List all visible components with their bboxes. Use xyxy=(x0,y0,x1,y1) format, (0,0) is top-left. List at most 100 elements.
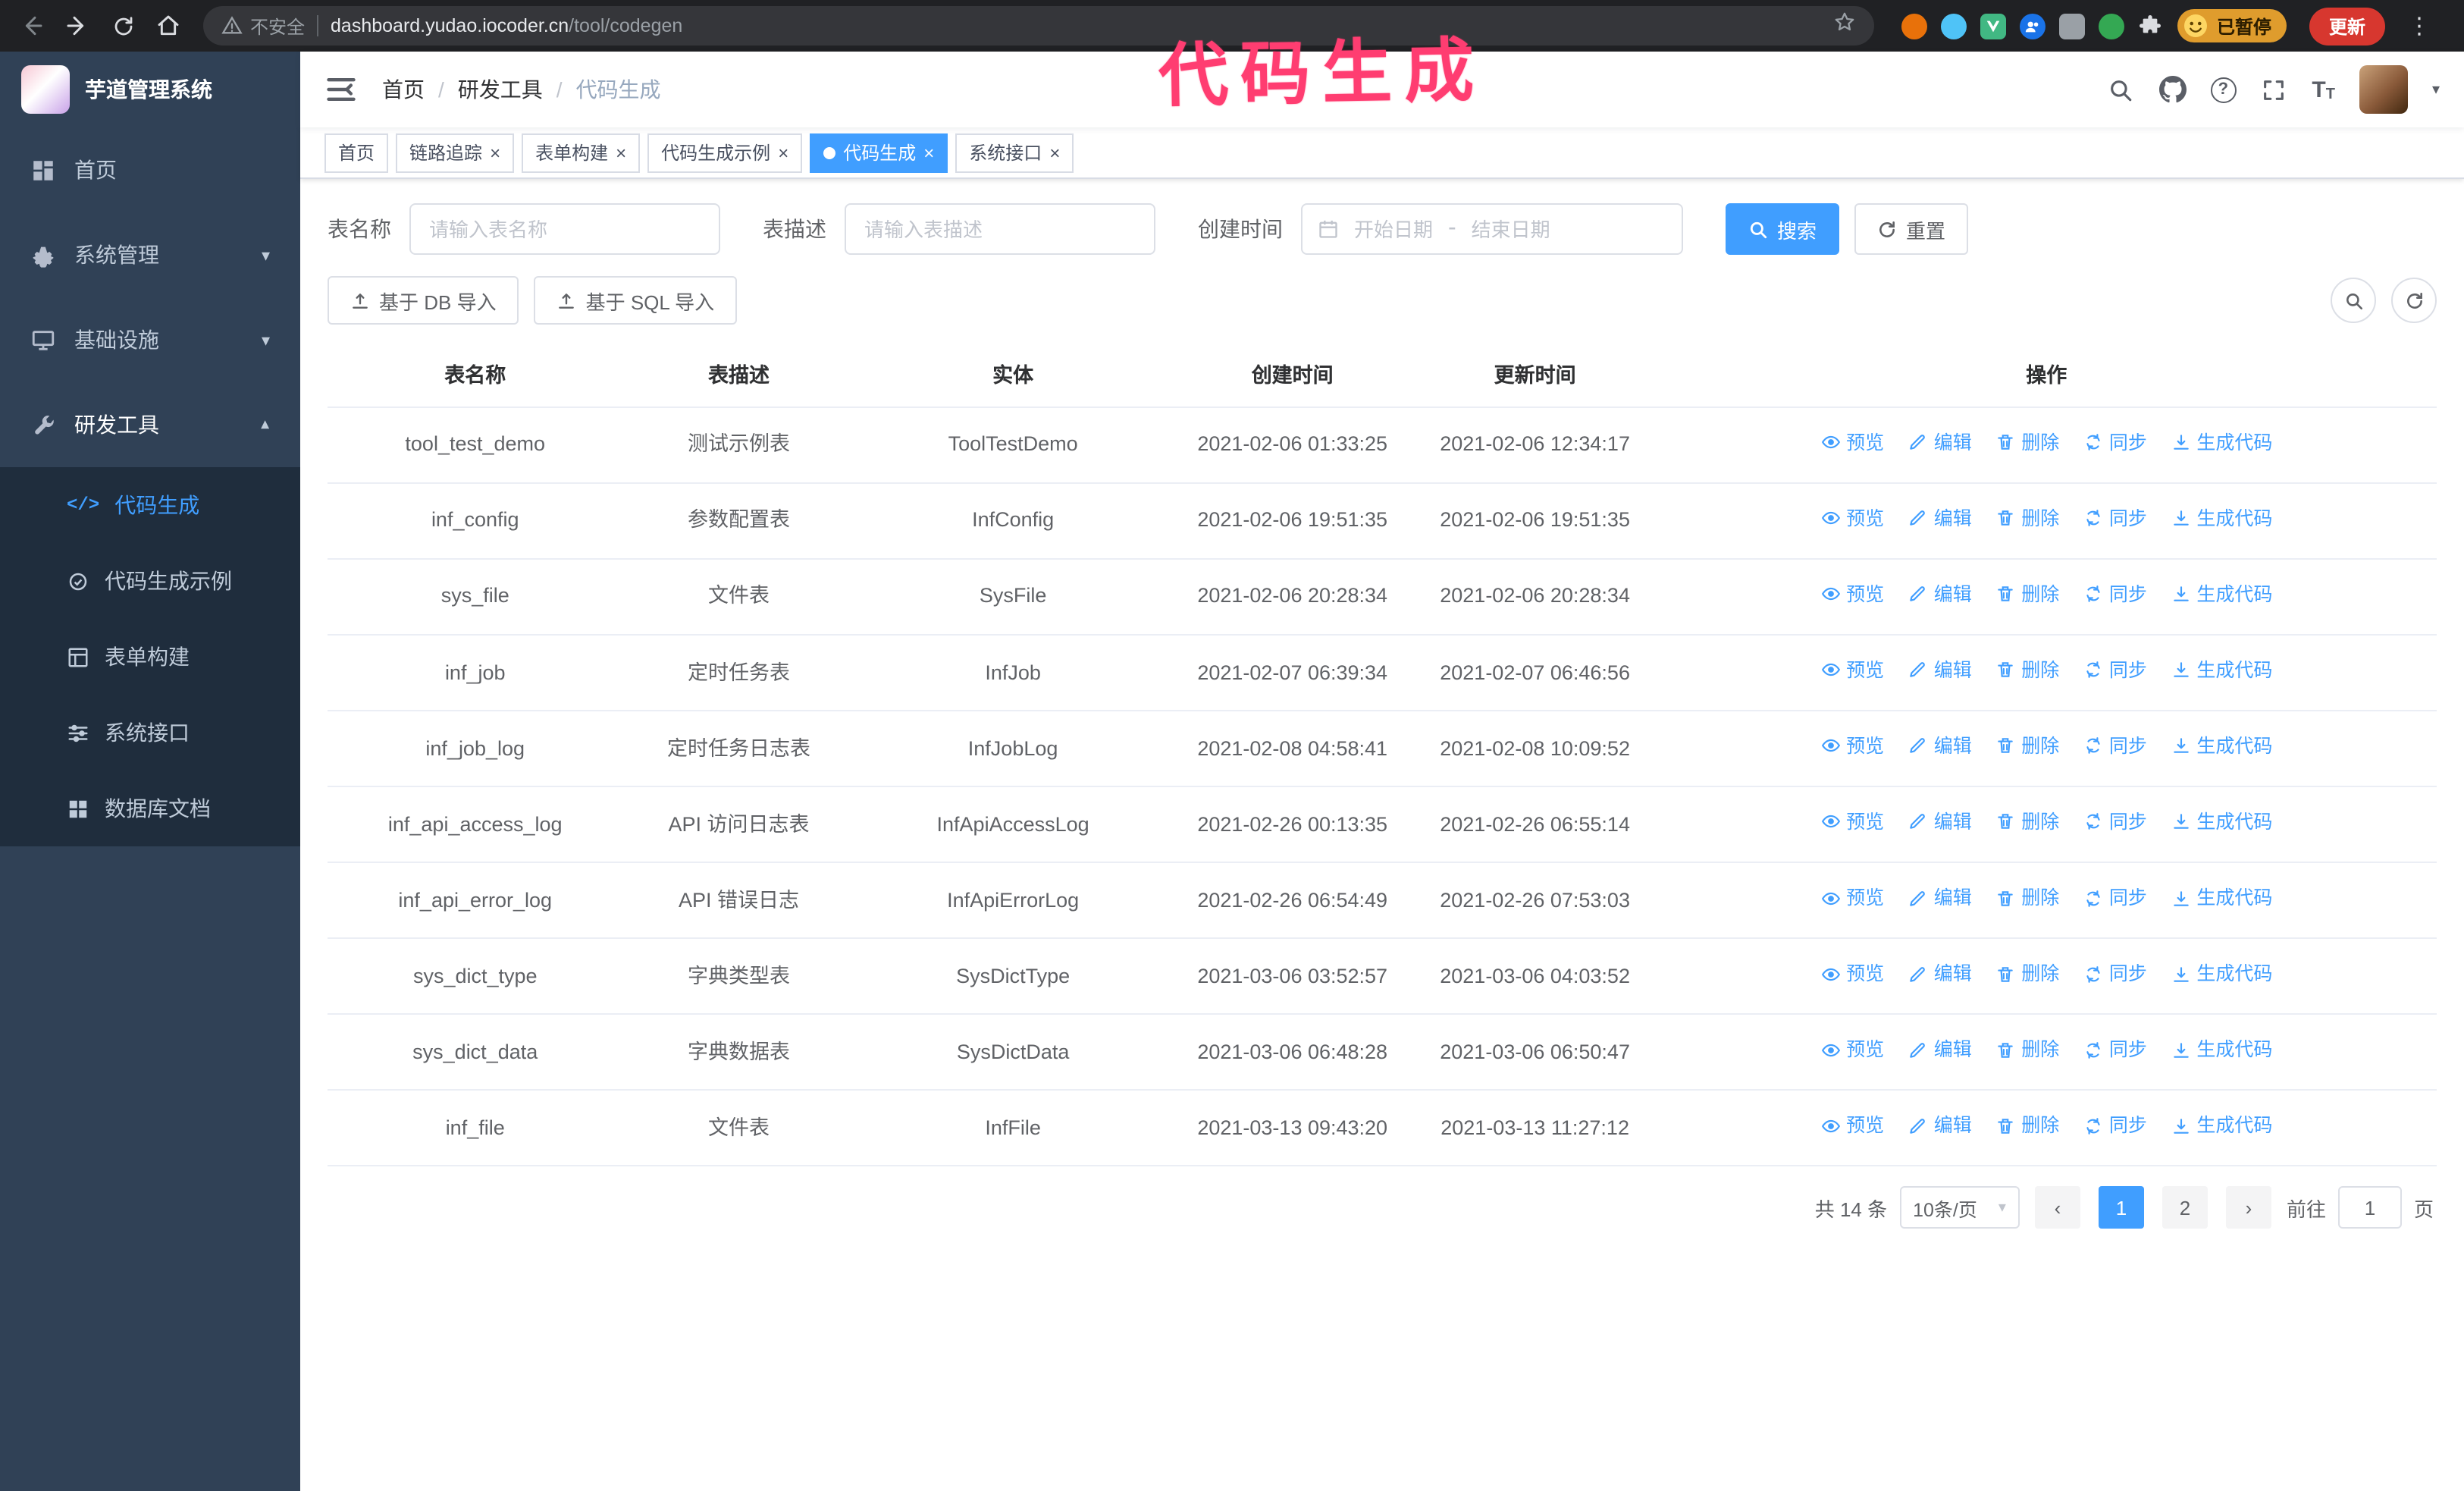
preview-link[interactable]: 预览 xyxy=(1820,1035,1884,1066)
sidebar-item-codegen-example[interactable]: 代码生成示例 xyxy=(0,543,300,619)
generate-code-link[interactable]: 生成代码 xyxy=(2171,655,2272,686)
sync-link[interactable]: 同步 xyxy=(2083,655,2147,686)
sidebar-item-codegen[interactable]: </> 代码生成 xyxy=(0,467,300,543)
tag-codegen-example[interactable]: 代码生成示例 × xyxy=(647,133,803,172)
preview-link[interactable]: 预览 xyxy=(1820,807,1884,837)
security-chip[interactable]: 不安全 xyxy=(221,13,305,39)
sidebar-item-infra[interactable]: 基础设施 ▾ xyxy=(0,297,300,382)
page-button-2[interactable]: 2 xyxy=(2161,1186,2208,1229)
tag-api[interactable]: 系统接口 × xyxy=(955,133,1074,172)
delete-link[interactable]: 删除 xyxy=(1995,959,2059,989)
generate-code-link[interactable]: 生成代码 xyxy=(2171,807,2272,837)
extension-icon-blue[interactable] xyxy=(1940,13,1967,39)
github-icon[interactable] xyxy=(2158,76,2187,103)
extension-icon-green[interactable] xyxy=(2098,13,2124,39)
breadcrumb-home[interactable]: 首页 xyxy=(382,74,425,105)
sidebar-item-devtools[interactable]: 研发工具 ▾ xyxy=(0,382,300,467)
edit-link[interactable]: 编辑 xyxy=(1908,1111,1972,1141)
import-sql-button[interactable]: 基于 SQL 导入 xyxy=(534,276,738,325)
delete-link[interactable]: 删除 xyxy=(1995,503,2059,533)
import-db-button[interactable]: 基于 DB 导入 xyxy=(328,276,519,325)
generate-code-link[interactable]: 生成代码 xyxy=(2171,731,2272,761)
breadcrumb-devtools[interactable]: 研发工具 xyxy=(458,74,543,105)
preview-link[interactable]: 预览 xyxy=(1820,1111,1884,1141)
close-icon[interactable]: × xyxy=(1049,143,1060,162)
preview-link[interactable]: 预览 xyxy=(1820,731,1884,761)
sync-link[interactable]: 同步 xyxy=(2083,959,2147,989)
generate-code-link[interactable]: 生成代码 xyxy=(2171,1035,2272,1066)
sidebar-item-home[interactable]: 首页 xyxy=(0,127,300,212)
address-bar[interactable]: 不安全 dashboard.yudao.iocoder.cn/tool/code… xyxy=(203,6,1874,46)
edit-link[interactable]: 编辑 xyxy=(1908,503,1972,533)
search-button[interactable]: 搜索 xyxy=(1726,203,1840,255)
toggle-search-button[interactable] xyxy=(2331,278,2376,323)
tag-codegen[interactable]: 代码生成 × xyxy=(810,133,948,172)
edit-link[interactable]: 编辑 xyxy=(1908,655,1972,686)
browser-home-icon[interactable] xyxy=(149,6,188,46)
preview-link[interactable]: 预览 xyxy=(1820,959,1884,989)
generate-code-link[interactable]: 生成代码 xyxy=(2171,503,2272,533)
extension-icon-orange[interactable] xyxy=(1901,13,1927,39)
browser-menu-icon[interactable]: ⋮ xyxy=(2399,12,2440,39)
tag-tracing[interactable]: 链路追踪 × xyxy=(396,133,515,172)
bookmark-star-icon[interactable] xyxy=(1833,11,1856,41)
table-name-input[interactable] xyxy=(409,203,720,255)
tag-form-builder[interactable]: 表单构建 × xyxy=(522,133,641,172)
page-size-select[interactable]: 10条/页 ▾ xyxy=(1899,1186,2020,1229)
end-date-input[interactable] xyxy=(1465,218,1556,240)
close-icon[interactable]: × xyxy=(616,143,626,162)
prev-page-button[interactable]: ‹ xyxy=(2034,1186,2080,1229)
sync-link[interactable]: 同步 xyxy=(2083,1035,2147,1066)
generate-code-link[interactable]: 生成代码 xyxy=(2171,1111,2272,1141)
browser-forward-icon[interactable] xyxy=(58,6,97,46)
sync-link[interactable]: 同步 xyxy=(2083,883,2147,913)
sync-link[interactable]: 同步 xyxy=(2083,503,2147,533)
page-button-1[interactable]: 1 xyxy=(2098,1186,2144,1229)
edit-link[interactable]: 编辑 xyxy=(1908,883,1972,913)
date-range-picker[interactable]: - xyxy=(1301,203,1683,255)
search-icon[interactable] xyxy=(2107,76,2134,103)
browser-back-icon[interactable] xyxy=(12,6,52,46)
delete-link[interactable]: 删除 xyxy=(1995,1111,2059,1141)
extension-icon-vue[interactable] xyxy=(1980,13,2006,39)
help-icon[interactable]: ? xyxy=(2210,77,2237,102)
font-size-icon[interactable]: TT xyxy=(2312,77,2335,102)
edit-link[interactable]: 编辑 xyxy=(1908,427,1972,457)
browser-refresh-icon[interactable] xyxy=(103,6,143,46)
generate-code-link[interactable]: 生成代码 xyxy=(2171,959,2272,989)
sidebar-item-api[interactable]: 系统接口 xyxy=(0,695,300,771)
next-page-button[interactable]: › xyxy=(2225,1186,2271,1229)
delete-link[interactable]: 删除 xyxy=(1995,655,2059,686)
edit-link[interactable]: 编辑 xyxy=(1908,1035,1972,1066)
delete-link[interactable]: 删除 xyxy=(1995,427,2059,457)
sync-link[interactable]: 同步 xyxy=(2083,427,2147,457)
sync-link[interactable]: 同步 xyxy=(2083,579,2147,609)
tag-home[interactable]: 首页 xyxy=(324,133,389,172)
delete-link[interactable]: 删除 xyxy=(1995,883,2059,913)
close-icon[interactable]: × xyxy=(778,143,788,162)
generate-code-link[interactable]: 生成代码 xyxy=(2171,427,2272,457)
app-logo[interactable]: 芋道管理系统 xyxy=(0,52,300,127)
close-icon[interactable]: × xyxy=(490,143,500,162)
edit-link[interactable]: 编辑 xyxy=(1908,959,1972,989)
avatar-caret-icon[interactable]: ▾ xyxy=(2432,81,2440,98)
chrome-update-button[interactable]: 更新 xyxy=(2309,7,2385,45)
preview-link[interactable]: 预览 xyxy=(1820,503,1884,533)
sidebar-item-system[interactable]: 系统管理 ▾ xyxy=(0,212,300,297)
table-desc-input[interactable] xyxy=(845,203,1155,255)
sidebar-item-db-doc[interactable]: 数据库文档 xyxy=(0,771,300,846)
delete-link[interactable]: 删除 xyxy=(1995,731,2059,761)
sync-link[interactable]: 同步 xyxy=(2083,1111,2147,1141)
sync-link[interactable]: 同步 xyxy=(2083,807,2147,837)
profile-paused-badge[interactable]: 已暂停 xyxy=(2177,9,2287,42)
edit-link[interactable]: 编辑 xyxy=(1908,731,1972,761)
user-avatar[interactable] xyxy=(2359,65,2408,114)
preview-link[interactable]: 预览 xyxy=(1820,427,1884,457)
generate-code-link[interactable]: 生成代码 xyxy=(2171,579,2272,609)
fullscreen-icon[interactable] xyxy=(2260,76,2287,103)
start-date-input[interactable] xyxy=(1348,218,1439,240)
edit-link[interactable]: 编辑 xyxy=(1908,579,1972,609)
sidebar-toggle-icon[interactable] xyxy=(324,73,358,106)
preview-link[interactable]: 预览 xyxy=(1820,883,1884,913)
goto-page-input[interactable] xyxy=(2337,1186,2402,1229)
